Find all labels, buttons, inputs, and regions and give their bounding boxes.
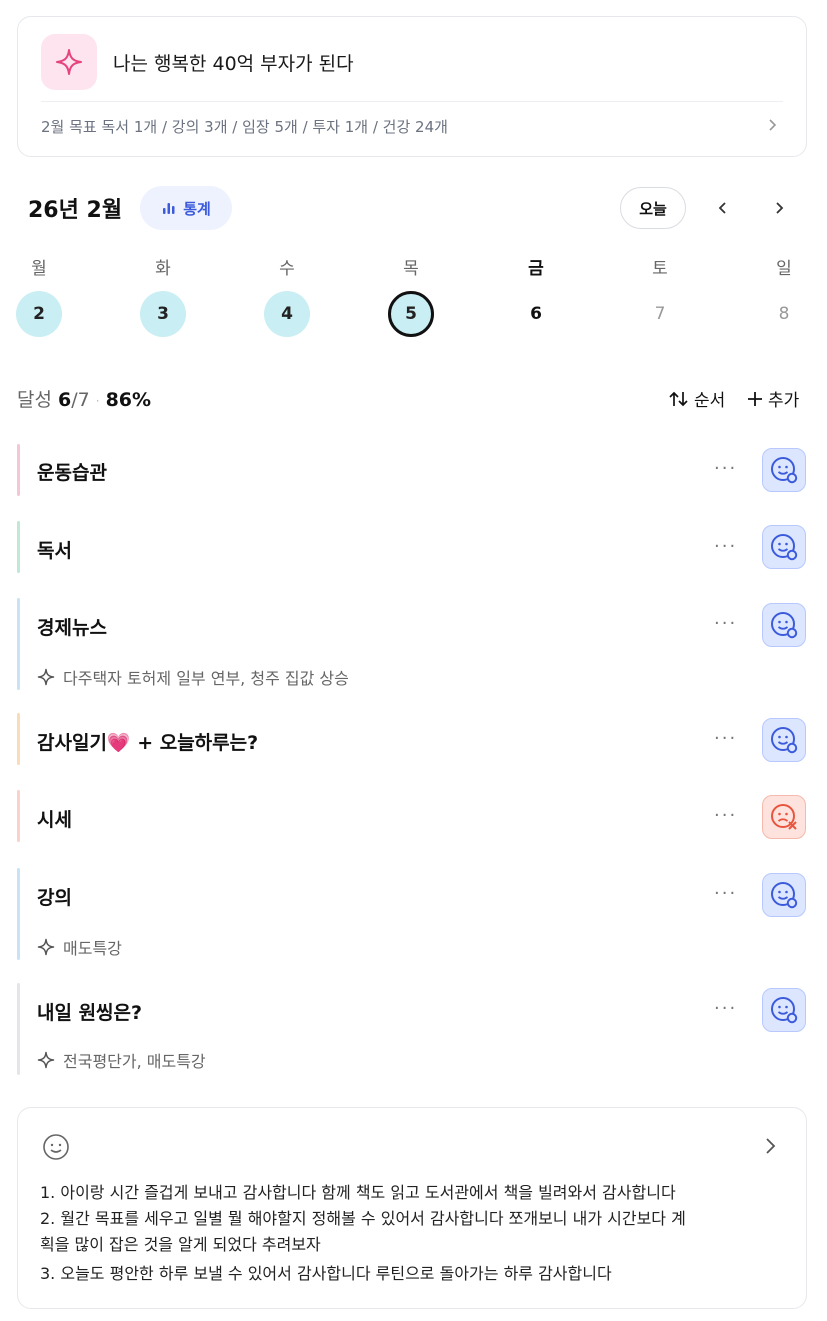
status-smile-icon[interactable]: [762, 525, 806, 569]
habit-name: 내일 원씽은?: [37, 1002, 143, 1024]
status-smile-icon[interactable]: [762, 873, 806, 917]
sparkle-icon: [37, 938, 55, 956]
status-smile-icon[interactable]: [762, 448, 806, 492]
sparkle-icon: [37, 668, 55, 686]
achievement-label: 달성: [17, 389, 52, 411]
next-week-button[interactable]: [767, 196, 791, 220]
habit-note-text: 다주택자 토허제 일부 연부, 청주 집값 상승: [63, 669, 349, 688]
habit-note: 다주택자 토허제 일부 연부, 청주 집값 상승: [37, 665, 349, 689]
goal-title: 나는 행복한 40억 부자가 된다: [113, 53, 354, 75]
sparkle-icon: [41, 34, 97, 90]
weekday-sat: 토: [652, 259, 668, 279]
habit-color-bar: [17, 598, 20, 690]
habit-name: 감사일기💗 + 오늘하루는?: [37, 732, 259, 754]
day-cell[interactable]: 7: [637, 291, 683, 337]
dot-separator: ·: [95, 393, 100, 408]
habit-color-bar: [17, 521, 20, 573]
day-cell[interactable]: 4: [264, 291, 310, 337]
journal-line: 1. 아이랑 시간 즐겁게 보내고 감사합니다 함께 책도 읽고 도서관에서 책…: [40, 1183, 676, 1202]
habit-item[interactable]: 감사일기💗 + 오늘하루는? ···: [17, 713, 807, 765]
goal-summary: 2월 목표 독서 1개 / 강의 3개 / 임장 5개 / 투자 1개 / 건강…: [41, 118, 448, 136]
more-icon[interactable]: ···: [714, 458, 737, 479]
habit-item[interactable]: 시세 ···: [17, 790, 807, 842]
day-cell-today[interactable]: 5: [388, 291, 434, 337]
journal-line: 3. 오늘도 평안한 하루 보낼 수 있어서 감사합니다 루틴으로 돌아가는 하…: [40, 1264, 612, 1283]
day-cell[interactable]: 3: [140, 291, 186, 337]
more-icon[interactable]: ···: [714, 728, 737, 749]
habit-item[interactable]: 강의 ··· 매도특강: [17, 868, 807, 960]
status-smile-icon[interactable]: [762, 718, 806, 762]
add-label: 추가: [768, 391, 800, 411]
habit-item[interactable]: 독서 ···: [17, 521, 807, 573]
chevron-right-icon[interactable]: [762, 1136, 778, 1156]
reorder-button[interactable]: 순서: [668, 386, 725, 411]
habit-name: 경제뉴스: [37, 617, 107, 639]
habit-color-bar: [17, 983, 20, 1075]
stats-label: 통계: [183, 199, 211, 218]
more-icon[interactable]: ···: [714, 613, 737, 634]
stats-button[interactable]: 통계: [140, 186, 232, 230]
weekday-thu: 목: [403, 259, 419, 279]
sort-arrows-icon: [669, 391, 688, 406]
chevron-right-icon: [776, 202, 784, 214]
more-icon[interactable]: ···: [714, 805, 737, 826]
bar-chart-icon: [163, 203, 175, 214]
divider: [41, 101, 783, 102]
habit-note-text: 전국평단가, 매도특강: [63, 1052, 206, 1071]
weekday-mon: 월: [31, 259, 47, 279]
more-icon[interactable]: ···: [714, 883, 737, 904]
sparkle-icon: [37, 1051, 55, 1069]
day-cell[interactable]: 6: [513, 291, 559, 337]
weekday-tue: 화: [155, 259, 171, 279]
habit-name: 운동습관: [37, 462, 107, 484]
achievement-summary: 달성 6/7 · 86%: [17, 385, 151, 412]
habit-name: 강의: [37, 887, 72, 909]
habit-color-bar: [17, 790, 20, 842]
habit-color-bar: [17, 444, 20, 496]
habit-note: 매도특강: [37, 935, 122, 959]
prev-week-button[interactable]: [711, 196, 735, 220]
add-habit-button[interactable]: 추가: [746, 386, 799, 411]
month-title: 26년 2월: [28, 198, 123, 223]
status-frown-icon[interactable]: [762, 795, 806, 839]
goal-card[interactable]: 나는 행복한 40억 부자가 된다 2월 목표 독서 1개 / 강의 3개 / …: [17, 16, 807, 157]
more-icon[interactable]: ···: [714, 998, 737, 1019]
gratitude-journal-card[interactable]: 1. 아이랑 시간 즐겁게 보내고 감사합니다 함께 책도 읽고 도서관에서 책…: [17, 1107, 807, 1309]
day-cell[interactable]: 2: [16, 291, 62, 337]
chevron-left-icon: [718, 202, 726, 214]
habit-note: 전국평단가, 매도특강: [37, 1048, 206, 1072]
plus-icon: [748, 391, 762, 406]
journal-line: 획을 많이 잡은 것을 알게 되었다 추려보자: [40, 1235, 321, 1254]
day-cell[interactable]: 8: [761, 291, 807, 337]
habit-note-text: 매도특강: [63, 939, 122, 958]
habit-item[interactable]: 경제뉴스 ··· 다주택자 토허제 일부 연부, 청주 집값 상승: [17, 598, 807, 690]
weekday-wed: 수: [279, 259, 295, 279]
achievement-done: 6: [58, 389, 72, 411]
habit-name: 독서: [37, 540, 72, 562]
habit-name: 시세: [37, 809, 72, 831]
status-smile-icon[interactable]: [762, 603, 806, 647]
chevron-right-icon[interactable]: [764, 117, 780, 133]
today-button[interactable]: 오늘: [620, 187, 686, 229]
habit-color-bar: [17, 713, 20, 765]
achievement-percent: 86%: [105, 389, 152, 411]
weekday-fri: 금: [528, 259, 544, 279]
achievement-total: /7: [71, 389, 90, 411]
weekday-sun: 일: [776, 259, 792, 279]
habit-color-bar: [17, 868, 20, 960]
habit-item[interactable]: 운동습관 ···: [17, 444, 807, 496]
status-smile-icon[interactable]: [762, 988, 806, 1032]
habit-item[interactable]: 내일 원씽은? ··· 전국평단가, 매도특강: [17, 983, 807, 1075]
reorder-label: 순서: [694, 391, 726, 411]
smile-icon: [43, 1134, 69, 1160]
journal-line: 2. 월간 목표를 세우고 일별 뭘 해야할지 정해볼 수 있어서 감사합니다 …: [40, 1209, 686, 1228]
more-icon[interactable]: ···: [714, 536, 737, 557]
